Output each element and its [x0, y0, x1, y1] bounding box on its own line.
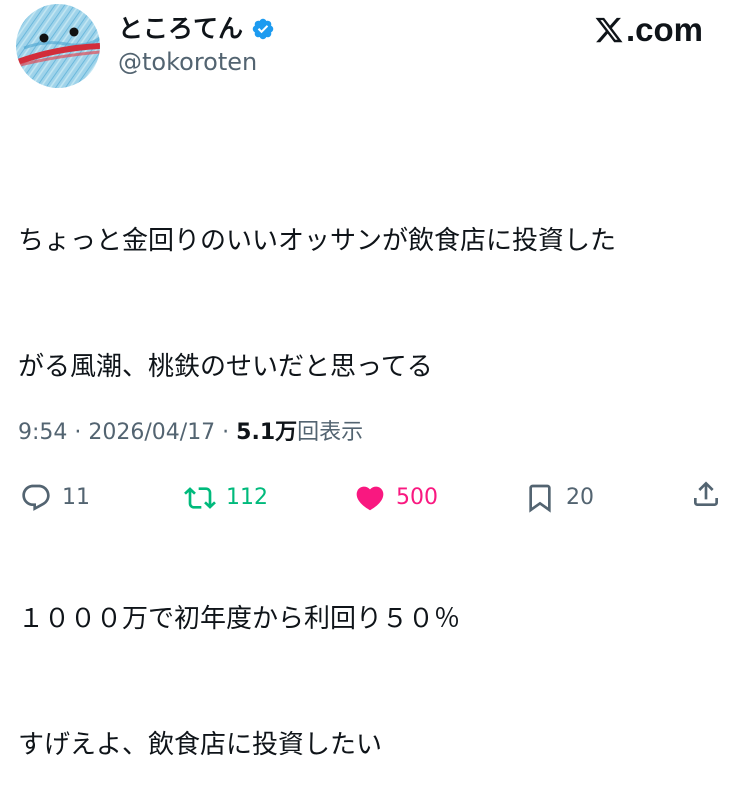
- action-bar: 11 112 500 20: [18, 478, 731, 518]
- avatar-image: [16, 4, 100, 88]
- share-button[interactable]: [690, 478, 722, 510]
- like-button[interactable]: 500: [354, 478, 438, 518]
- tweet-line: がる風潮、桃鉄のせいだと思ってる: [18, 352, 433, 382]
- user-handle[interactable]: @tokoroten: [118, 47, 257, 77]
- like-count: 500: [396, 485, 438, 510]
- reply-icon: [22, 484, 50, 511]
- reply-count: 11: [62, 485, 90, 510]
- heart-icon: [356, 486, 384, 511]
- retweet-count: 112: [226, 485, 268, 510]
- tweet-meta: 9:54 · 2026/04/17 · 5.1万回表示: [18, 416, 363, 450]
- display-name-row[interactable]: ところてん: [118, 14, 275, 44]
- retweet-icon: [184, 487, 216, 509]
- brand-domain: .com: [625, 11, 703, 48]
- avatar[interactable]: [16, 4, 100, 88]
- retweet-button[interactable]: 112: [184, 478, 268, 518]
- bookmark-button[interactable]: 20: [524, 478, 594, 518]
- tweet-line: ちょっと金回りのいいオッサンが飲食店に投資した: [18, 226, 617, 256]
- bookmark-icon: [529, 484, 551, 513]
- tweet-line: １０００万で初年度から利回り５０％: [18, 604, 461, 634]
- views-count: 5.1万: [236, 420, 298, 445]
- x-logo-icon: [595, 17, 623, 43]
- x-brand-logo: .com: [594, 10, 703, 50]
- verified-badge-icon: [251, 17, 275, 41]
- tweet-text: ちょっと金回りのいいオッサンが飲食店に投資した がる風潮、桃鉄のせいだと思ってる…: [18, 136, 738, 808]
- views-label: 回表示: [297, 420, 364, 445]
- reply-button[interactable]: 11: [20, 478, 90, 518]
- bookmark-count: 20: [566, 485, 594, 510]
- tweet-line: すげえよ、飲食店に投資したい: [18, 730, 383, 760]
- share-icon: [694, 481, 718, 506]
- display-name[interactable]: ところてん: [118, 14, 243, 44]
- timestamp[interactable]: 9:54 · 2026/04/17 ·: [18, 420, 236, 445]
